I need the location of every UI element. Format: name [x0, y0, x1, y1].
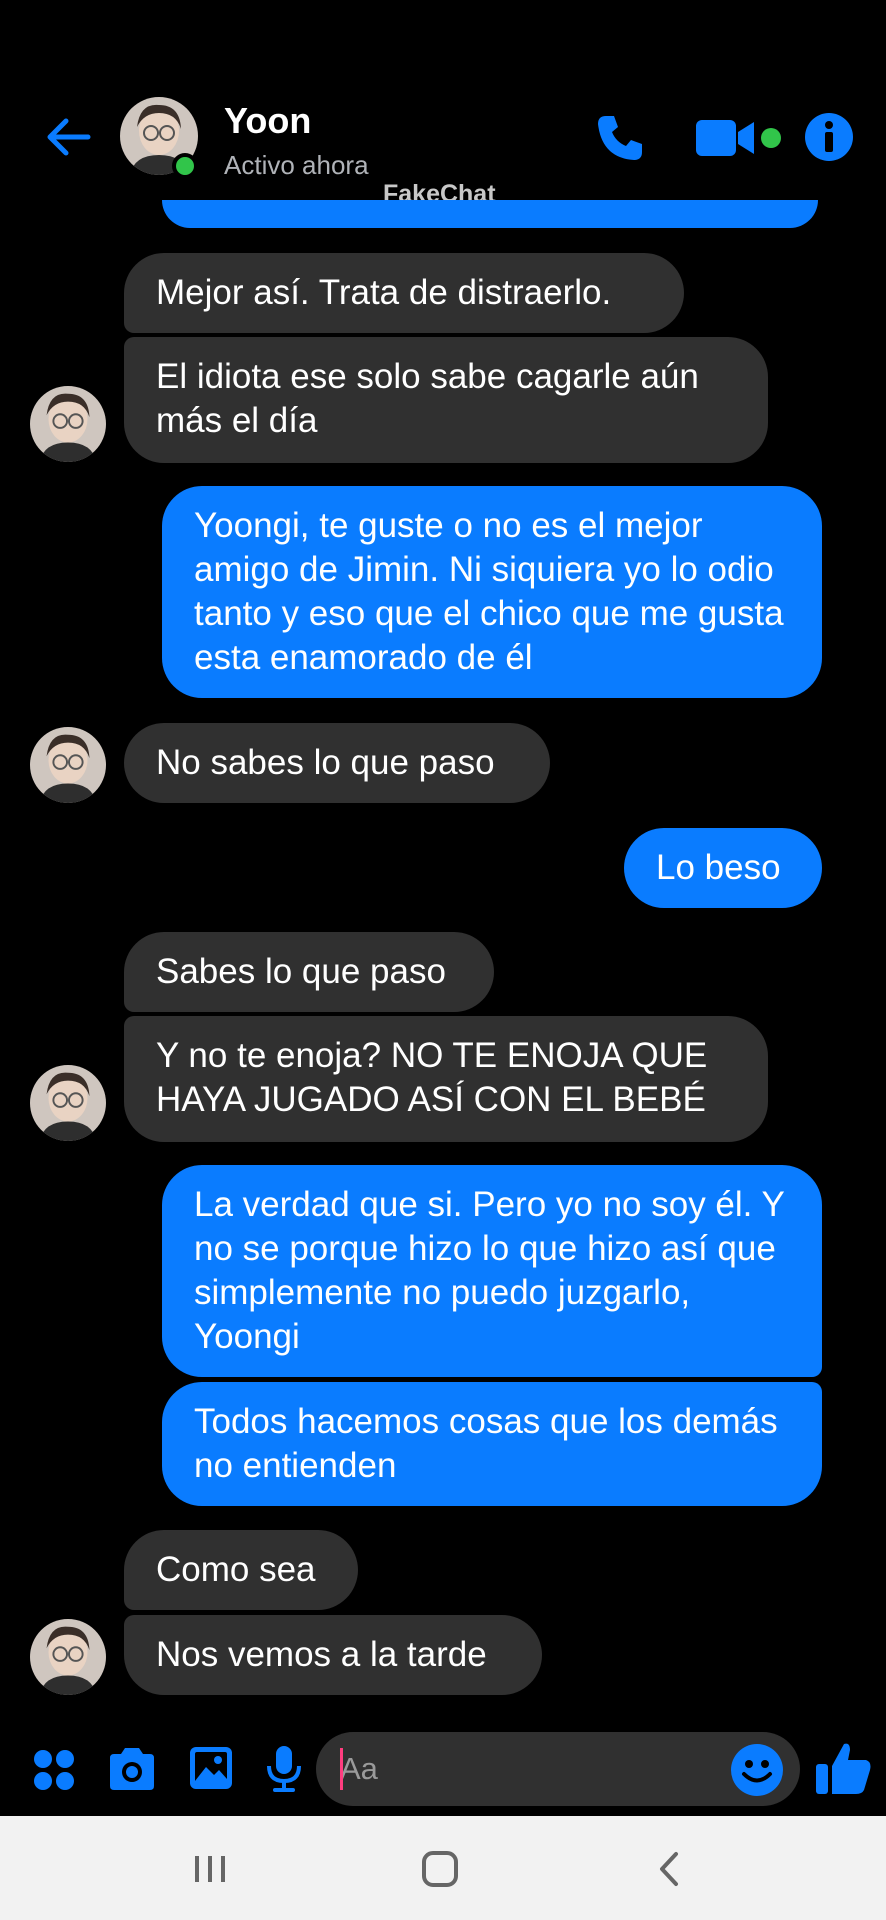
message-incoming[interactable]: Como sea — [124, 1530, 358, 1610]
contact-name[interactable]: Yoon — [224, 100, 311, 142]
microphone-icon[interactable] — [264, 1744, 304, 1794]
message-input[interactable] — [340, 1746, 700, 1792]
contact-avatar-small[interactable] — [30, 1065, 106, 1141]
message-input-container[interactable] — [316, 1732, 800, 1806]
message-text: Mejor así. Trata de distraerlo. — [156, 273, 612, 312]
system-navigation-bar — [0, 1816, 886, 1920]
grid-dots-icon[interactable] — [32, 1748, 76, 1792]
message-text: Sabes lo que paso — [156, 952, 446, 991]
message-incoming[interactable]: No sabes lo que paso — [124, 723, 550, 803]
message-outgoing[interactable]: Todos hacemos cosas que los demás no ent… — [162, 1382, 822, 1506]
recents-icon[interactable] — [180, 1844, 240, 1894]
contact-avatar-small[interactable] — [30, 1619, 106, 1695]
message-text: Como sea — [156, 1550, 316, 1589]
contact-avatar-small[interactable] — [30, 386, 106, 462]
message-text: La verdad que si. Pero yo no soy él. Y n… — [194, 1185, 785, 1356]
message-text: El idiota ese solo sabe cagarle aún más … — [156, 357, 699, 440]
info-icon[interactable] — [804, 112, 854, 162]
contact-status: Activo ahora — [224, 150, 369, 180]
contact-avatar-small[interactable] — [30, 727, 106, 803]
message-incoming[interactable]: Mejor así. Trata de distraerlo. — [124, 253, 684, 333]
chat-header: Yoon Activo ahora FakeChat — [0, 0, 886, 228]
camera-icon[interactable] — [106, 1746, 158, 1792]
video-online-indicator — [761, 128, 781, 148]
message-outgoing[interactable]: La verdad que si. Pero yo no soy él. Y n… — [162, 1165, 822, 1377]
home-icon[interactable] — [410, 1844, 470, 1894]
message-outgoing[interactable]: Yoongi, te guste o no es el mejor amigo … — [162, 486, 822, 698]
message-incoming[interactable]: El idiota ese solo sabe cagarle aún más … — [124, 337, 768, 463]
message-outgoing[interactable]: Lo beso — [624, 828, 822, 908]
message-text: Nos vemos a la tarde — [156, 1635, 487, 1674]
nav-back-icon[interactable] — [640, 1844, 700, 1894]
text-cursor — [340, 1748, 343, 1790]
message-incoming[interactable]: Y no te enoja? NO TE ENOJA QUE HAYA JUGA… — [124, 1016, 768, 1142]
message-incoming[interactable]: Sabes lo que paso — [124, 932, 494, 1012]
message-text: Y no te enoja? NO TE ENOJA QUE HAYA JUGA… — [156, 1036, 708, 1119]
image-icon[interactable] — [188, 1745, 234, 1791]
thumbs-up-icon[interactable] — [814, 1738, 874, 1798]
phone-icon[interactable] — [592, 110, 648, 166]
video-camera-icon[interactable] — [696, 116, 758, 160]
back-arrow-icon[interactable] — [40, 108, 98, 166]
smiley-icon[interactable] — [730, 1743, 784, 1797]
message-incoming[interactable]: Nos vemos a la tarde — [124, 1615, 542, 1695]
online-indicator — [172, 153, 198, 179]
message-text: Todos hacemos cosas que los demás no ent… — [194, 1402, 778, 1485]
message-text: Lo beso — [656, 848, 781, 887]
previous-message-bubble-edge — [162, 200, 818, 228]
message-text: No sabes lo que paso — [156, 743, 495, 782]
message-text: Yoongi, te guste o no es el mejor amigo … — [194, 506, 784, 677]
